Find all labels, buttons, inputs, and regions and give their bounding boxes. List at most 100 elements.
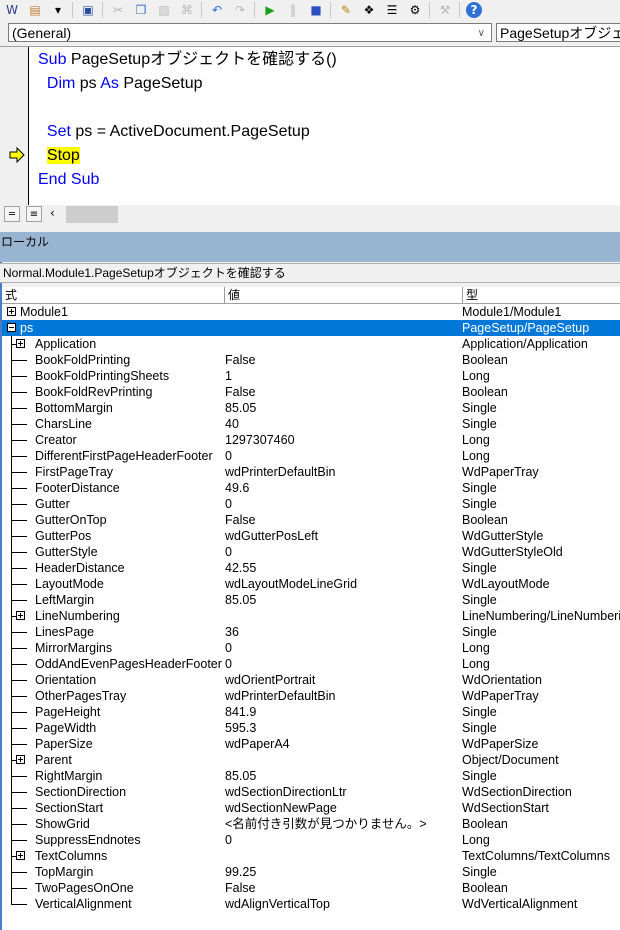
locals-row[interactable]: FooterDistance 49.6 Single [2,480,620,496]
value-cell[interactable]: 85.05 [225,400,462,416]
value-cell[interactable]: 0 [225,544,462,560]
value-cell[interactable]: 0 [225,640,462,656]
value-cell[interactable]: 85.05 [225,768,462,784]
locals-row[interactable]: SectionDirection wdSectionDirectionLtr WdS… [2,784,620,800]
locals-row[interactable]: RightMargin 85.05 Single [2,768,620,784]
code-line[interactable]: Set ps = ActiveDocument.PageSetup [38,121,310,143]
locals-row[interactable]: GutterOnTop False Boolean [2,512,620,528]
code-pane[interactable]: Sub PageSetupオブジェクトを確認する() Dim ps As Pag… [0,47,620,205]
project-explorer-icon[interactable]: ❖ [360,2,378,18]
paste-icon[interactable]: ▧ [155,2,173,18]
locals-row[interactable]: OddAndEvenPagesHeaderFooter 0 Long [2,656,620,672]
procedure-combo[interactable]: PageSetupオブジェクトを確認する [496,23,620,42]
value-cell[interactable]: 1297307460 [225,432,462,448]
value-cell[interactable] [225,848,462,864]
value-cell[interactable]: 595.3 [225,720,462,736]
locals-row[interactable]: ps PageSetup/PageSetup [2,320,620,336]
toolbox-icon[interactable]: ⚒ [436,2,454,18]
save-icon[interactable]: ▣ [79,2,97,18]
expand-plus-icon[interactable] [16,851,25,860]
locals-row[interactable]: DifferentFirstPageHeaderFooter 0 Long [2,448,620,464]
value-cell[interactable]: wdPrinterDefaultBin [225,464,462,480]
value-cell[interactable]: 0 [225,832,462,848]
value-cell[interactable]: wdSectionDirectionLtr [225,784,462,800]
help-icon[interactable]: ? [466,2,482,18]
header-type[interactable]: 型 [462,287,620,303]
locals-row[interactable]: BottomMargin 85.05 Single [2,400,620,416]
locals-row[interactable]: Application Application/Application [2,336,620,352]
dropdown-arrow-icon[interactable]: ▾ [49,2,67,18]
locals-row[interactable]: SuppressEndnotes 0 Long [2,832,620,848]
chevron-down-icon[interactable]: ∨ [478,24,485,43]
value-cell[interactable]: wdSectionNewPage [225,800,462,816]
value-cell[interactable] [225,608,462,624]
locals-row[interactable]: ShowGrid <名前付き引数が見つかりません。> Boolean [2,816,620,832]
value-cell[interactable] [225,320,462,336]
locals-row[interactable]: CharsLine 40 Single [2,416,620,432]
value-cell[interactable]: 99.25 [225,864,462,880]
locals-row[interactable]: HeaderDistance 42.55 Single [2,560,620,576]
header-value[interactable]: 値 [224,287,462,303]
redo-icon[interactable]: ↷ [231,2,249,18]
locals-row[interactable]: PageHeight 841.9 Single [2,704,620,720]
scroll-thumb[interactable] [66,206,118,223]
locals-row[interactable]: BookFoldRevPrinting False Boolean [2,384,620,400]
locals-row[interactable]: TextColumns TextColumns/TextColumns [2,848,620,864]
value-cell[interactable]: wdOrientPortrait [225,672,462,688]
copy-icon[interactable]: ❐ [132,2,150,18]
value-cell[interactable]: 1 [225,368,462,384]
code-line[interactable]: Dim ps As PageSetup [38,73,203,95]
value-cell[interactable]: False [225,880,462,896]
find-icon[interactable]: ⌘ [178,2,196,18]
locals-row[interactable]: GutterPos wdGutterPosLeft WdGutterStyle [2,528,620,544]
locals-row[interactable]: BookFoldPrintingSheets 1 Long [2,368,620,384]
properties-icon[interactable]: ☰ [383,2,401,18]
locals-row[interactable]: LeftMargin 85.05 Single [2,592,620,608]
locals-row[interactable]: PaperSize wdPaperA4 WdPaperSize [2,736,620,752]
value-cell[interactable]: False [225,512,462,528]
locals-row[interactable]: MirrorMargins 0 Long [2,640,620,656]
object-browser-icon[interactable]: ⚙ [406,2,424,18]
value-cell[interactable]: wdAlignVerticalTop [225,896,462,912]
locals-row[interactable]: TopMargin 99.25 Single [2,864,620,880]
locals-row[interactable]: Gutter 0 Single [2,496,620,512]
cut-icon[interactable]: ✂ [109,2,127,18]
code-horizontal-scrollbar[interactable]: ═ ≡ ‹ [0,205,620,224]
locals-row[interactable]: TwoPagesOnOne False Boolean [2,880,620,896]
word-icon[interactable]: W [3,2,21,18]
locals-row[interactable]: OtherPagesTray wdPrinterDefaultBin WdPaper… [2,688,620,704]
value-cell[interactable] [225,304,462,320]
value-cell[interactable] [225,752,462,768]
procedure-view-button[interactable]: ═ [4,206,20,222]
value-cell[interactable]: 0 [225,656,462,672]
full-module-view-button[interactable]: ≡ [26,206,42,222]
value-cell[interactable]: wdPrinterDefaultBin [225,688,462,704]
locals-row[interactable]: Creator 1297307460 Long [2,432,620,448]
value-cell[interactable]: False [225,384,462,400]
value-cell[interactable]: <名前付き引数が見つかりません。> [225,816,462,832]
code-line[interactable]: End Sub [38,169,99,191]
header-expression[interactable]: 式 [2,287,224,303]
value-cell[interactable]: 85.05 [225,592,462,608]
value-cell[interactable]: 841.9 [225,704,462,720]
insert-module-icon[interactable]: ▤ [26,2,44,18]
locals-row[interactable]: LineNumbering LineNumbering/LineNumbering [2,608,620,624]
locals-row[interactable]: Orientation wdOrientPortrait WdOrientation [2,672,620,688]
scroll-left-arrow-icon[interactable]: ‹ [50,206,55,220]
break-icon[interactable]: ‖ [284,2,302,18]
design-mode-icon[interactable]: ✎ [337,2,355,18]
locals-row[interactable]: GutterStyle 0 WdGutterStyleOld [2,544,620,560]
expand-plus-icon[interactable] [16,755,25,764]
value-cell[interactable]: wdLayoutModeLineGrid [225,576,462,592]
value-cell[interactable]: 40 [225,416,462,432]
code-line[interactable]: Sub PageSetupオブジェクトを確認する() [38,49,337,71]
value-cell[interactable]: False [225,352,462,368]
value-cell[interactable] [225,336,462,352]
expand-plus-icon[interactable] [16,339,25,348]
locals-row[interactable]: LinesPage 36 Single [2,624,620,640]
locals-row[interactable]: Parent Object/Document [2,752,620,768]
value-cell[interactable]: 49.6 [225,480,462,496]
value-cell[interactable]: wdGutterPosLeft [225,528,462,544]
locals-row[interactable]: PageWidth 595.3 Single [2,720,620,736]
value-cell[interactable]: 0 [225,496,462,512]
